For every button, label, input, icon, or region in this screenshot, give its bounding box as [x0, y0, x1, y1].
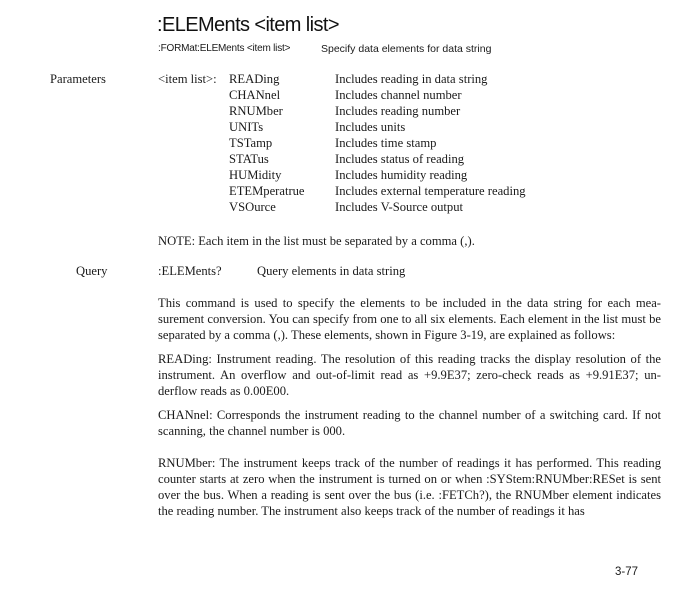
parameter-description: Includes status of reading: [335, 152, 465, 166]
parameter-name: TSTamp: [229, 136, 273, 150]
parameter-name: HUMidity: [229, 168, 282, 182]
body-paragraph: This command is used to specify the elem…: [158, 296, 661, 342]
parameter-name: VSOurce: [229, 200, 276, 214]
page-number: 3-77: [615, 566, 639, 578]
command-description: Specify data elements for data string: [321, 43, 492, 55]
command-title: :ELEMents <item list>: [157, 14, 340, 36]
parameter-description: Includes V-Source output: [335, 200, 464, 214]
parameter-description: Includes external temperature reading: [335, 184, 526, 198]
query-label: Query: [76, 264, 108, 278]
parameter-name: STATus: [229, 152, 269, 166]
parameter-name: RNUMber: [229, 104, 283, 118]
parameters-label: Parameters: [50, 72, 106, 86]
body-paragraph: CHANnel: Corresponds the instrument read…: [158, 408, 661, 438]
parameter-description: Includes reading in data string: [335, 72, 488, 86]
query-description: Query elements in data string: [257, 264, 406, 278]
parameter-description: Includes time stamp: [335, 136, 437, 150]
parameter-description: Includes channel number: [335, 88, 462, 102]
parameter-name: CHANnel: [229, 88, 281, 102]
query-command: :ELEMents?: [158, 264, 222, 278]
parameter-description: Includes reading number: [335, 104, 461, 118]
parameter-description: Includes humidity reading: [335, 168, 468, 182]
parameter-description: Includes units: [335, 120, 406, 134]
parameter-name: UNITs: [229, 120, 264, 134]
body-paragraph: RNUMber: The instrument keeps track of t…: [158, 456, 661, 518]
parameter-name: READing: [229, 72, 280, 86]
body-paragraph: READing: Instrument reading. The resolut…: [158, 352, 661, 398]
item-list-label: <item list>:: [158, 72, 217, 86]
parameter-name: ETEMperatrue: [229, 184, 305, 198]
note-text: NOTE: Each item in the list must be sepa…: [158, 234, 475, 248]
command-path: :FORMat:ELEMents <item list>: [158, 43, 291, 54]
